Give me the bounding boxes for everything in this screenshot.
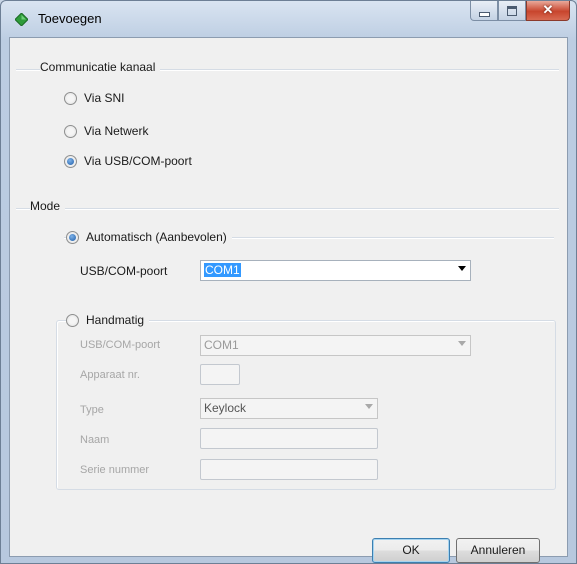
chevron-down-icon [365,404,373,409]
radio-via-sni-control[interactable] [64,91,77,105]
radio-manual[interactable]: Handmatig [66,313,150,327]
serial-label: Serie nummer [80,464,150,476]
minimize-icon [479,12,490,17]
type-select: Keylock [200,398,378,419]
dialog-window: Toevoegen ✕ Communicatie kanaal Via SNI … [0,0,577,564]
type-value: Keylock [204,401,247,415]
ok-button[interactable]: OK [372,538,450,563]
manual-port-value: COM1 [204,338,239,352]
manual-port-label: USB/COM-poort [80,339,161,351]
app-diamond-icon [14,12,29,27]
radio-via-netwerk[interactable]: Via Netwerk [64,124,148,138]
radio-via-sni-label: Via SNI [84,91,125,105]
automatic-port-value: COM1 [204,263,241,277]
radio-via-sni[interactable]: Via SNI [64,91,124,105]
automatic-port-label: USB/COM-poort [80,264,168,278]
radio-manual-label: Handmatig [86,313,145,327]
manual-port-select: COM1 [200,335,471,356]
chevron-down-icon [458,266,466,271]
name-input [200,428,378,449]
radio-via-usb-com-label: Via USB/COM-poort [84,154,192,168]
radio-via-usb-com[interactable]: Via USB/COM-poort [64,154,192,168]
close-icon: ✕ [542,2,554,17]
title-bar[interactable]: Toevoegen ✕ [1,1,576,37]
radio-via-netwerk-control[interactable] [64,124,77,138]
mode-group-title: Mode [30,199,66,213]
dialog-body: Communicatie kanaal Via SNI Via Netwerk … [9,37,568,563]
chevron-down-icon [458,341,466,346]
radio-automatic-control[interactable] [66,230,79,244]
maximize-button[interactable] [498,1,526,21]
serial-input [200,459,378,480]
close-button[interactable]: ✕ [526,1,570,21]
channel-group-title: Communicatie kanaal [40,60,161,74]
radio-automatic[interactable]: Automatisch (Aanbevolen) [66,230,232,244]
cancel-button[interactable]: Annuleren [456,538,540,563]
window-title: Toevoegen [38,11,102,26]
radio-via-netwerk-label: Via Netwerk [84,124,149,138]
device-nr-input [200,364,240,385]
name-label: Naam [80,434,110,446]
radio-manual-control[interactable] [66,313,79,327]
mode-group-separator [16,208,559,210]
radio-automatic-label: Automatisch (Aanbevolen) [86,230,227,244]
device-nr-label: Apparaat nr. [80,369,140,381]
maximize-icon [507,6,517,16]
automatic-port-select[interactable]: COM1 [200,260,471,281]
minimize-button[interactable] [470,1,498,21]
radio-via-usb-com-control[interactable] [64,154,77,168]
type-label: Type [80,404,104,416]
